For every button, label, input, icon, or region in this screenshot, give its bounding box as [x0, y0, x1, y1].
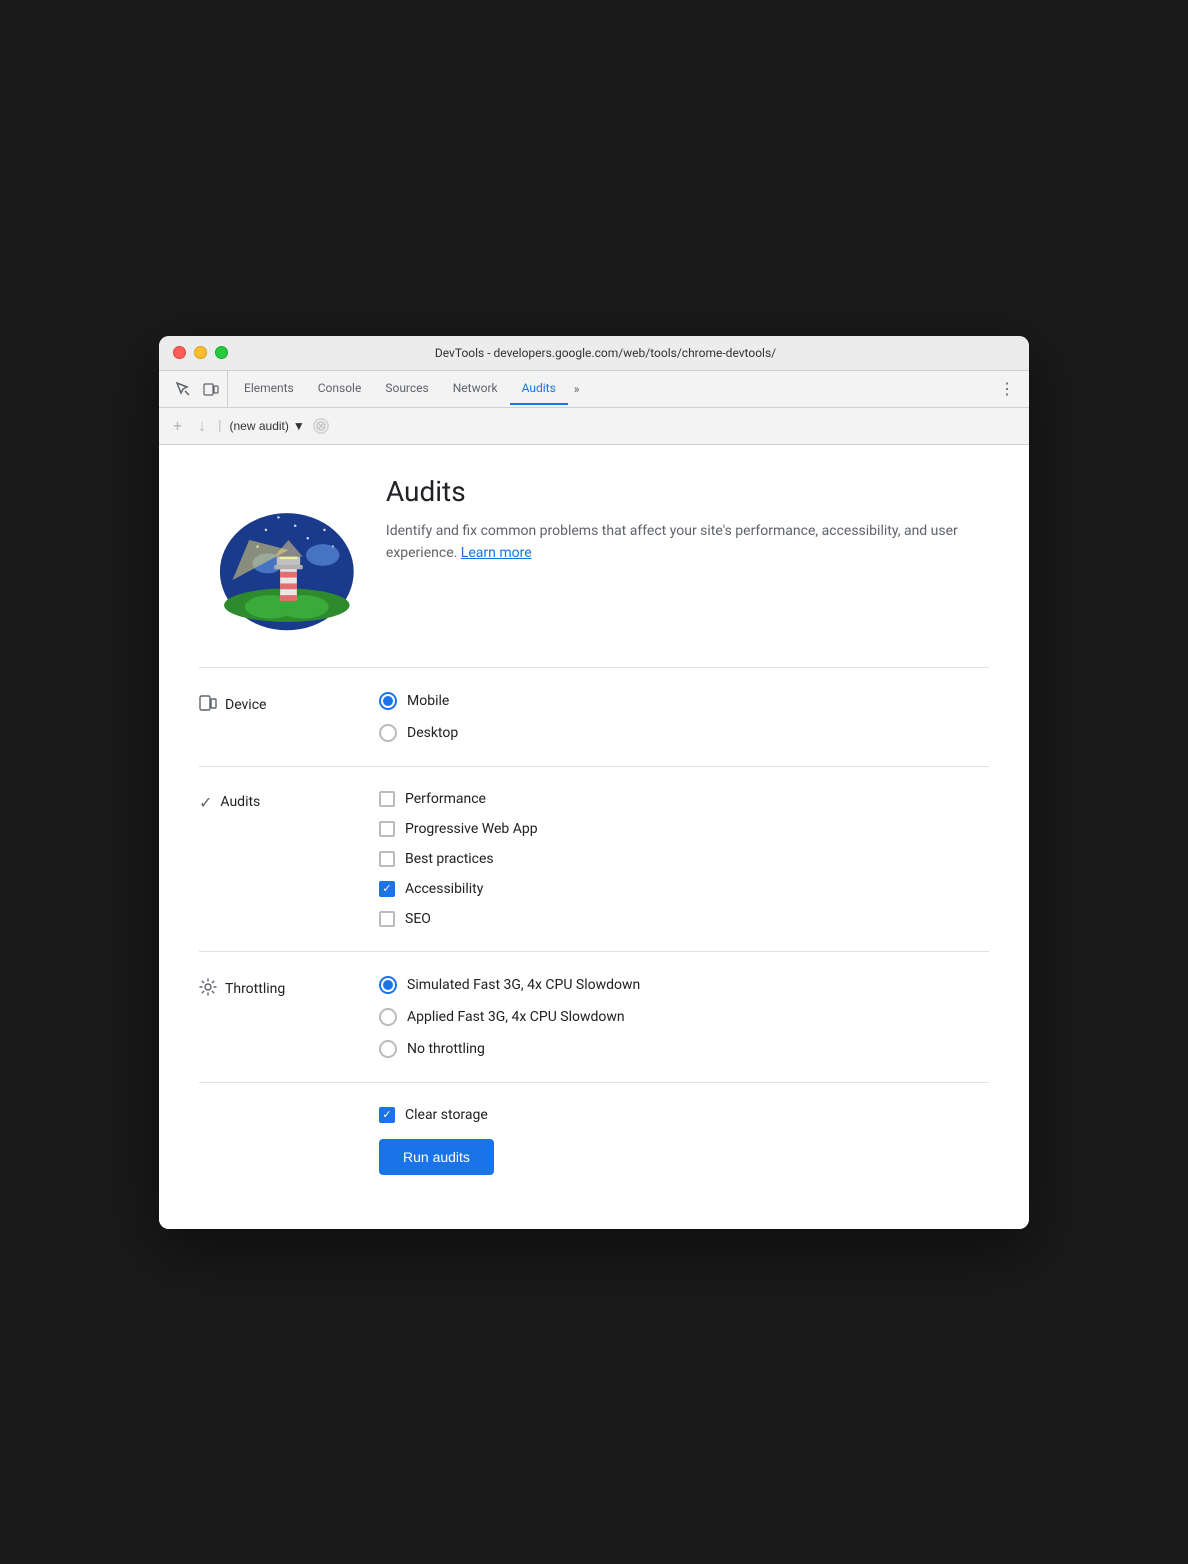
- title-bar: DevTools - developers.google.com/web/too…: [159, 336, 1029, 371]
- device-mode-icon[interactable]: [201, 379, 221, 399]
- page-title: Audits: [386, 475, 989, 508]
- clear-storage-checkbox[interactable]: ✓: [379, 1107, 395, 1123]
- device-desktop-radio[interactable]: [379, 724, 397, 742]
- throttling-none-radio[interactable]: [379, 1040, 397, 1058]
- audit-toolbar: + ↓ | (new audit) ▼: [159, 408, 1029, 445]
- throttling-simulated-option[interactable]: Simulated Fast 3G, 4x CPU Slowdown: [379, 976, 989, 994]
- audit-performance-option[interactable]: Performance: [379, 791, 989, 807]
- add-audit-button[interactable]: +: [169, 414, 186, 437]
- audit-seo-checkbox[interactable]: [379, 911, 395, 927]
- throttling-applied-radio[interactable]: [379, 1008, 397, 1026]
- bottom-section: ✓ Clear storage Run audits: [199, 1082, 989, 1199]
- audits-section: ✓ Audits Performance Progressive Web App…: [199, 766, 989, 951]
- window-title: DevTools - developers.google.com/web/too…: [196, 346, 1015, 360]
- audits-controls: Performance Progressive Web App Best pra…: [379, 791, 989, 927]
- audit-pwa-checkbox[interactable]: [379, 821, 395, 837]
- device-controls: Mobile Desktop: [379, 692, 989, 742]
- throttling-label: Throttling: [199, 976, 359, 1000]
- throttling-none-option[interactable]: No throttling: [379, 1040, 989, 1058]
- audit-best-practices-checkbox[interactable]: [379, 851, 395, 867]
- tab-audits[interactable]: Audits: [510, 373, 568, 405]
- more-tabs-button[interactable]: »: [568, 374, 586, 404]
- hero-section: Audits Identify and fix common problems …: [199, 475, 989, 635]
- hero-description: Identify and fix common problems that af…: [386, 520, 989, 565]
- tab-elements[interactable]: Elements: [232, 373, 306, 405]
- lighthouse-illustration: [199, 475, 358, 635]
- hero-text: Audits Identify and fix common problems …: [386, 475, 989, 565]
- throttling-applied-option[interactable]: Applied Fast 3G, 4x CPU Slowdown: [379, 1008, 989, 1026]
- throttling-controls: Simulated Fast 3G, 4x CPU Slowdown Appli…: [379, 976, 989, 1058]
- device-section: Device Mobile Desktop: [199, 667, 989, 766]
- audit-pwa-option[interactable]: Progressive Web App: [379, 821, 989, 837]
- close-button[interactable]: [173, 346, 186, 359]
- device-mobile-radio[interactable]: [379, 692, 397, 710]
- main-content: Audits Identify and fix common problems …: [159, 445, 1029, 1229]
- audit-seo-option[interactable]: SEO: [379, 911, 989, 927]
- gear-icon: [199, 978, 217, 1000]
- inspect-icon[interactable]: [173, 379, 193, 399]
- tab-network[interactable]: Network: [441, 373, 510, 405]
- devtools-tab-bar: Elements Console Sources Network Audits …: [159, 371, 1029, 408]
- clear-storage-option[interactable]: ✓ Clear storage: [379, 1107, 989, 1123]
- device-icon: [199, 694, 217, 716]
- checkmark-icon: ✓: [199, 793, 212, 812]
- audit-accessibility-checkbox[interactable]: ✓: [379, 881, 395, 897]
- throttling-section: Throttling Simulated Fast 3G, 4x CPU Slo…: [199, 951, 989, 1082]
- devtools-menu-button[interactable]: ⋮: [993, 371, 1021, 406]
- throttling-simulated-radio[interactable]: [379, 976, 397, 994]
- audit-accessibility-option[interactable]: ✓ Accessibility: [379, 881, 989, 897]
- tab-console[interactable]: Console: [306, 373, 374, 405]
- device-desktop-option[interactable]: Desktop: [379, 724, 989, 742]
- audit-performance-checkbox[interactable]: [379, 791, 395, 807]
- run-audits-button[interactable]: Run audits: [379, 1139, 494, 1175]
- download-button[interactable]: ↓: [194, 414, 210, 438]
- audits-label: ✓ Audits: [199, 791, 359, 812]
- stop-audit-button[interactable]: [313, 418, 329, 434]
- devtools-window: DevTools - developers.google.com/web/too…: [159, 336, 1029, 1229]
- device-mobile-option[interactable]: Mobile: [379, 692, 989, 710]
- toolbar-icons: [167, 371, 228, 407]
- tab-sources[interactable]: Sources: [373, 373, 440, 405]
- audit-best-practices-option[interactable]: Best practices: [379, 851, 989, 867]
- learn-more-link[interactable]: Learn more: [461, 545, 532, 561]
- device-label: Device: [199, 692, 359, 716]
- audit-dropdown[interactable]: (new audit) ▼: [230, 419, 305, 433]
